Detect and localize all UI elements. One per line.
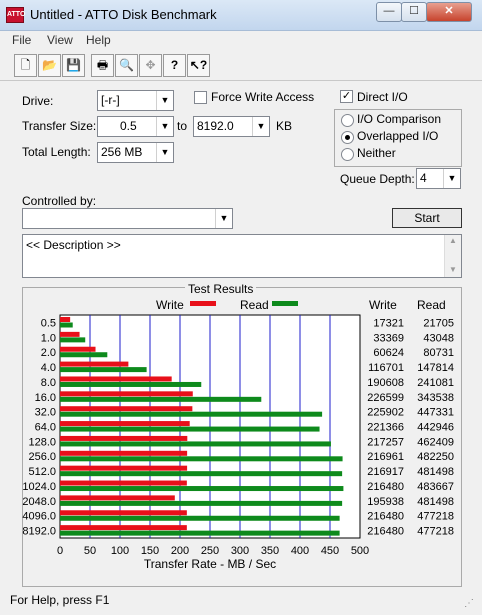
write-value: 216917: [367, 466, 404, 478]
write-value: 216480: [367, 511, 404, 523]
read-bar: [60, 352, 108, 358]
results-chart: 0 50 100 150 200 250 300 350 400 450 500 Transfer R…: [22, 298, 454, 571]
legend-read-label: Read: [240, 298, 269, 312]
x-axis-label: Transfer Rate - MB / Sec: [144, 557, 276, 571]
read-value: 447331: [417, 407, 454, 419]
read-bar: [60, 322, 73, 328]
write-bar: [60, 495, 175, 501]
read-value: 481498: [417, 496, 454, 508]
read-bar: [60, 426, 320, 432]
write-bar: [60, 376, 172, 382]
read-bar: [60, 411, 323, 417]
write-value: 33369: [373, 332, 404, 344]
write-bar: [60, 421, 190, 427]
read-value: 43048: [423, 332, 454, 344]
legend-write-label: Write: [156, 298, 184, 312]
write-bar: [60, 346, 96, 352]
read-bar: [60, 396, 262, 402]
x-tick-label: 250: [201, 545, 219, 557]
write-value: 195938: [367, 496, 404, 508]
read-value: 442946: [417, 422, 454, 434]
x-tick-label: 350: [261, 545, 279, 557]
write-bar: [60, 317, 71, 322]
read-bar: [60, 486, 344, 492]
x-tick-label: 500: [351, 545, 369, 557]
write-bar: [60, 391, 193, 397]
write-bar: [60, 435, 188, 441]
read-bar: [60, 367, 147, 373]
read-bar: [60, 530, 340, 536]
write-value: 216480: [367, 526, 404, 538]
read-value: 241081: [417, 377, 454, 389]
read-bar: [60, 515, 340, 521]
write-bar: [60, 525, 187, 531]
x-tick-label: 150: [141, 545, 159, 557]
x-tick-label: 0: [57, 545, 63, 557]
write-bar: [60, 331, 80, 337]
write-bar: [60, 361, 129, 367]
resize-grip-icon[interactable]: ⋰: [464, 598, 478, 610]
read-value: 482250: [417, 451, 454, 463]
write-value: 225902: [367, 407, 404, 419]
x-tick-label: 50: [84, 545, 96, 557]
y-tick-label: 128.0: [28, 436, 56, 448]
write-value: 216961: [367, 451, 404, 463]
y-tick-label: 1024.0: [22, 481, 56, 493]
col-read-header: Read: [417, 298, 446, 312]
read-bar: [60, 456, 343, 462]
x-tick-label: 450: [321, 545, 339, 557]
write-bar: [60, 510, 187, 516]
write-bar: [60, 450, 188, 456]
write-value: 60624: [373, 347, 404, 359]
write-bar: [60, 406, 193, 412]
y-tick-label: 4096.0: [22, 511, 56, 523]
y-tick-label: 4.0: [41, 362, 56, 374]
read-value: 343538: [417, 392, 454, 404]
read-value: 462409: [417, 436, 454, 448]
write-bar: [60, 480, 187, 486]
read-bar: [60, 500, 343, 506]
x-tick-label: 200: [171, 545, 189, 557]
y-tick-label: 256.0: [28, 451, 56, 463]
read-value: 481498: [417, 466, 454, 478]
y-tick-label: 512.0: [28, 466, 56, 478]
write-value: 221366: [367, 422, 404, 434]
x-tick-label: 100: [111, 545, 129, 557]
x-tick-label: 300: [231, 545, 249, 557]
y-tick-label: 8.0: [41, 377, 56, 389]
read-value: 477218: [417, 526, 454, 538]
legend-read-swatch: [272, 301, 298, 306]
legend-write-swatch: [190, 301, 216, 306]
y-tick-label: 16.0: [35, 392, 56, 404]
y-tick-label: 1.0: [41, 332, 56, 344]
y-tick-label: 2.0: [41, 347, 56, 359]
read-bar: [60, 381, 202, 387]
read-bar: [60, 337, 86, 343]
read-value: 483667: [417, 481, 454, 493]
col-write-header: Write: [369, 298, 397, 312]
status-text: For Help, press F1: [10, 593, 110, 607]
y-tick-label: 0.5: [41, 317, 56, 329]
read-value: 477218: [417, 511, 454, 523]
write-bar: [60, 465, 188, 471]
y-tick-label: 64.0: [35, 422, 56, 434]
read-value: 147814: [417, 362, 454, 374]
y-tick-label: 2048.0: [22, 496, 56, 508]
read-bar: [60, 471, 343, 477]
read-value: 80731: [423, 347, 454, 359]
y-tick-label: 32.0: [35, 407, 56, 419]
write-value: 216480: [367, 481, 404, 493]
y-tick-label: 8192.0: [22, 526, 56, 538]
write-value: 217257: [367, 436, 404, 448]
write-value: 190608: [367, 377, 404, 389]
write-value: 116701: [368, 362, 404, 374]
write-value: 226599: [367, 392, 404, 404]
write-value: 17321: [373, 317, 404, 329]
read-bar: [60, 441, 331, 447]
read-value: 21705: [423, 317, 454, 329]
x-tick-label: 400: [291, 545, 309, 557]
